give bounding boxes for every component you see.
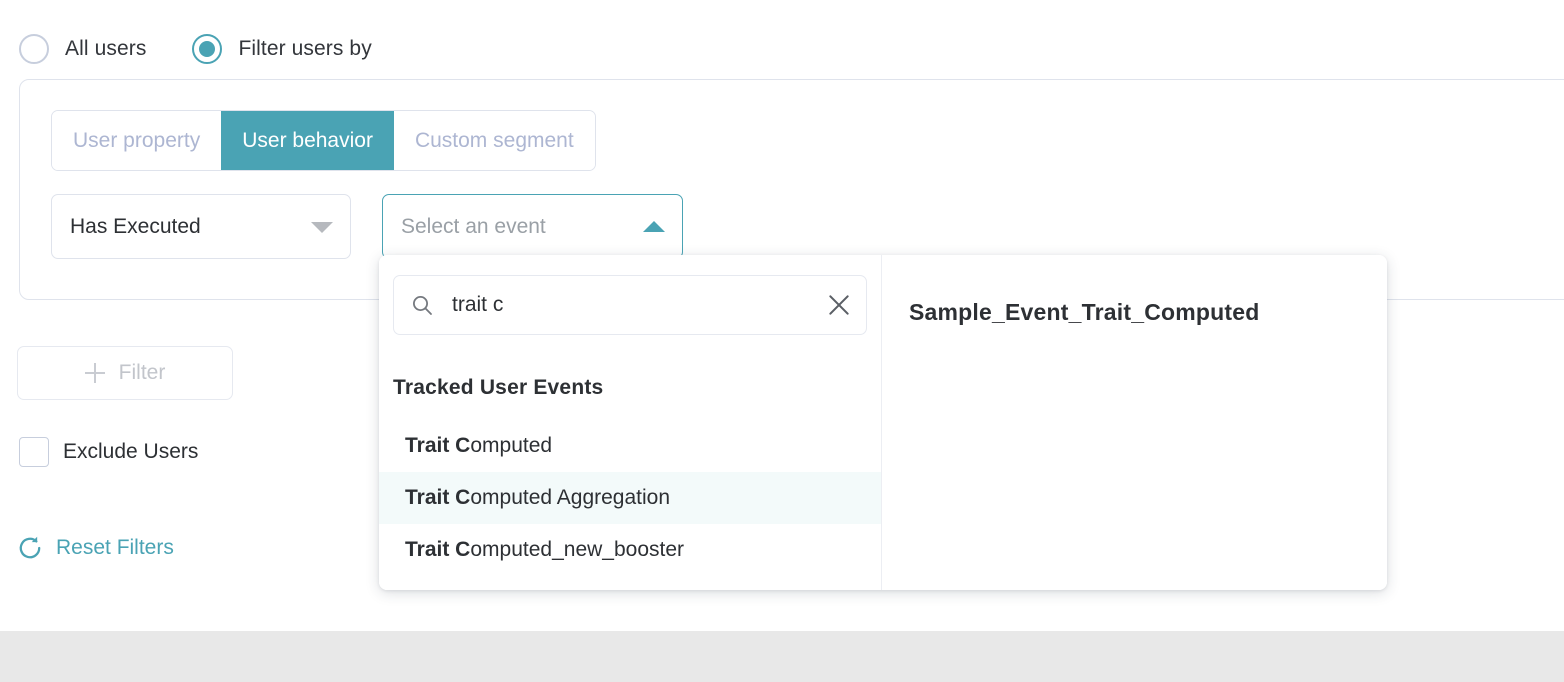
radio-option-filter-users-by[interactable]: Filter users by: [192, 34, 371, 64]
radio-option-all-users-label: All users: [65, 37, 146, 61]
refresh-icon: [17, 535, 43, 561]
search-input[interactable]: [452, 293, 826, 317]
reset-filters-button[interactable]: Reset Filters: [17, 535, 174, 561]
chevron-down-icon: [311, 222, 333, 233]
condition-select-value: Has Executed: [70, 215, 201, 239]
exclude-users-checkbox[interactable]: [19, 437, 49, 467]
list-item-rest: omputed Aggregation: [470, 486, 670, 510]
event-select-placeholder: Select an event: [401, 215, 546, 239]
event-preview-pane: Sample_Event_Trait_Computed: [881, 255, 1387, 590]
list-item[interactable]: Trait Computed: [379, 420, 881, 472]
chevron-up-icon: [643, 221, 665, 232]
tab-user-property-label: User property: [73, 129, 200, 153]
tab-custom-segment[interactable]: Custom segment: [394, 111, 595, 170]
event-dropdown-list-pane: Tracked User Events Trait Computed Trait…: [379, 255, 881, 590]
filter-type-tabs: User property User behavior Custom segme…: [51, 110, 596, 171]
event-preview-title: Sample_Event_Trait_Computed: [909, 299, 1260, 326]
audience-radio-group: All users Filter users by: [19, 34, 372, 64]
list-item-match: Trait C: [405, 434, 470, 458]
event-option-list: Trait Computed Trait Computed Aggregatio…: [379, 420, 881, 576]
list-item[interactable]: Trait Computed Aggregation: [379, 472, 881, 524]
event-search-field[interactable]: [393, 275, 867, 335]
add-filter-button[interactable]: Filter: [17, 346, 233, 400]
event-select[interactable]: Select an event: [382, 194, 683, 259]
close-icon[interactable]: [826, 292, 852, 318]
tab-custom-segment-label: Custom segment: [415, 129, 574, 153]
list-item-match: Trait C: [405, 486, 470, 510]
footer-band: [0, 631, 1564, 682]
list-item-match: Trait C: [405, 538, 470, 562]
tab-user-property[interactable]: User property: [52, 111, 221, 170]
search-icon: [410, 293, 434, 317]
add-filter-button-label: Filter: [119, 361, 166, 385]
exclude-users-checkbox-row[interactable]: Exclude Users: [19, 437, 198, 467]
list-item[interactable]: Trait Computed_new_booster: [379, 524, 881, 576]
exclude-users-label: Exclude Users: [63, 440, 198, 464]
radio-option-all-users[interactable]: All users: [19, 34, 146, 64]
behavior-condition-row: Has Executed Select an event: [51, 194, 683, 259]
radio-icon[interactable]: [192, 34, 222, 64]
list-item-rest: omputed_new_booster: [470, 538, 684, 562]
radio-icon[interactable]: [19, 34, 49, 64]
reset-filters-label: Reset Filters: [56, 536, 174, 560]
event-group-title: Tracked User Events: [393, 376, 603, 400]
list-item-rest: omputed: [470, 434, 552, 458]
radio-option-filter-users-by-label: Filter users by: [238, 37, 371, 61]
event-dropdown-panel: Tracked User Events Trait Computed Trait…: [379, 255, 1387, 590]
tab-user-behavior[interactable]: User behavior: [221, 111, 394, 170]
plus-icon: [85, 363, 105, 383]
tab-user-behavior-label: User behavior: [242, 129, 373, 153]
condition-select[interactable]: Has Executed: [51, 194, 351, 259]
